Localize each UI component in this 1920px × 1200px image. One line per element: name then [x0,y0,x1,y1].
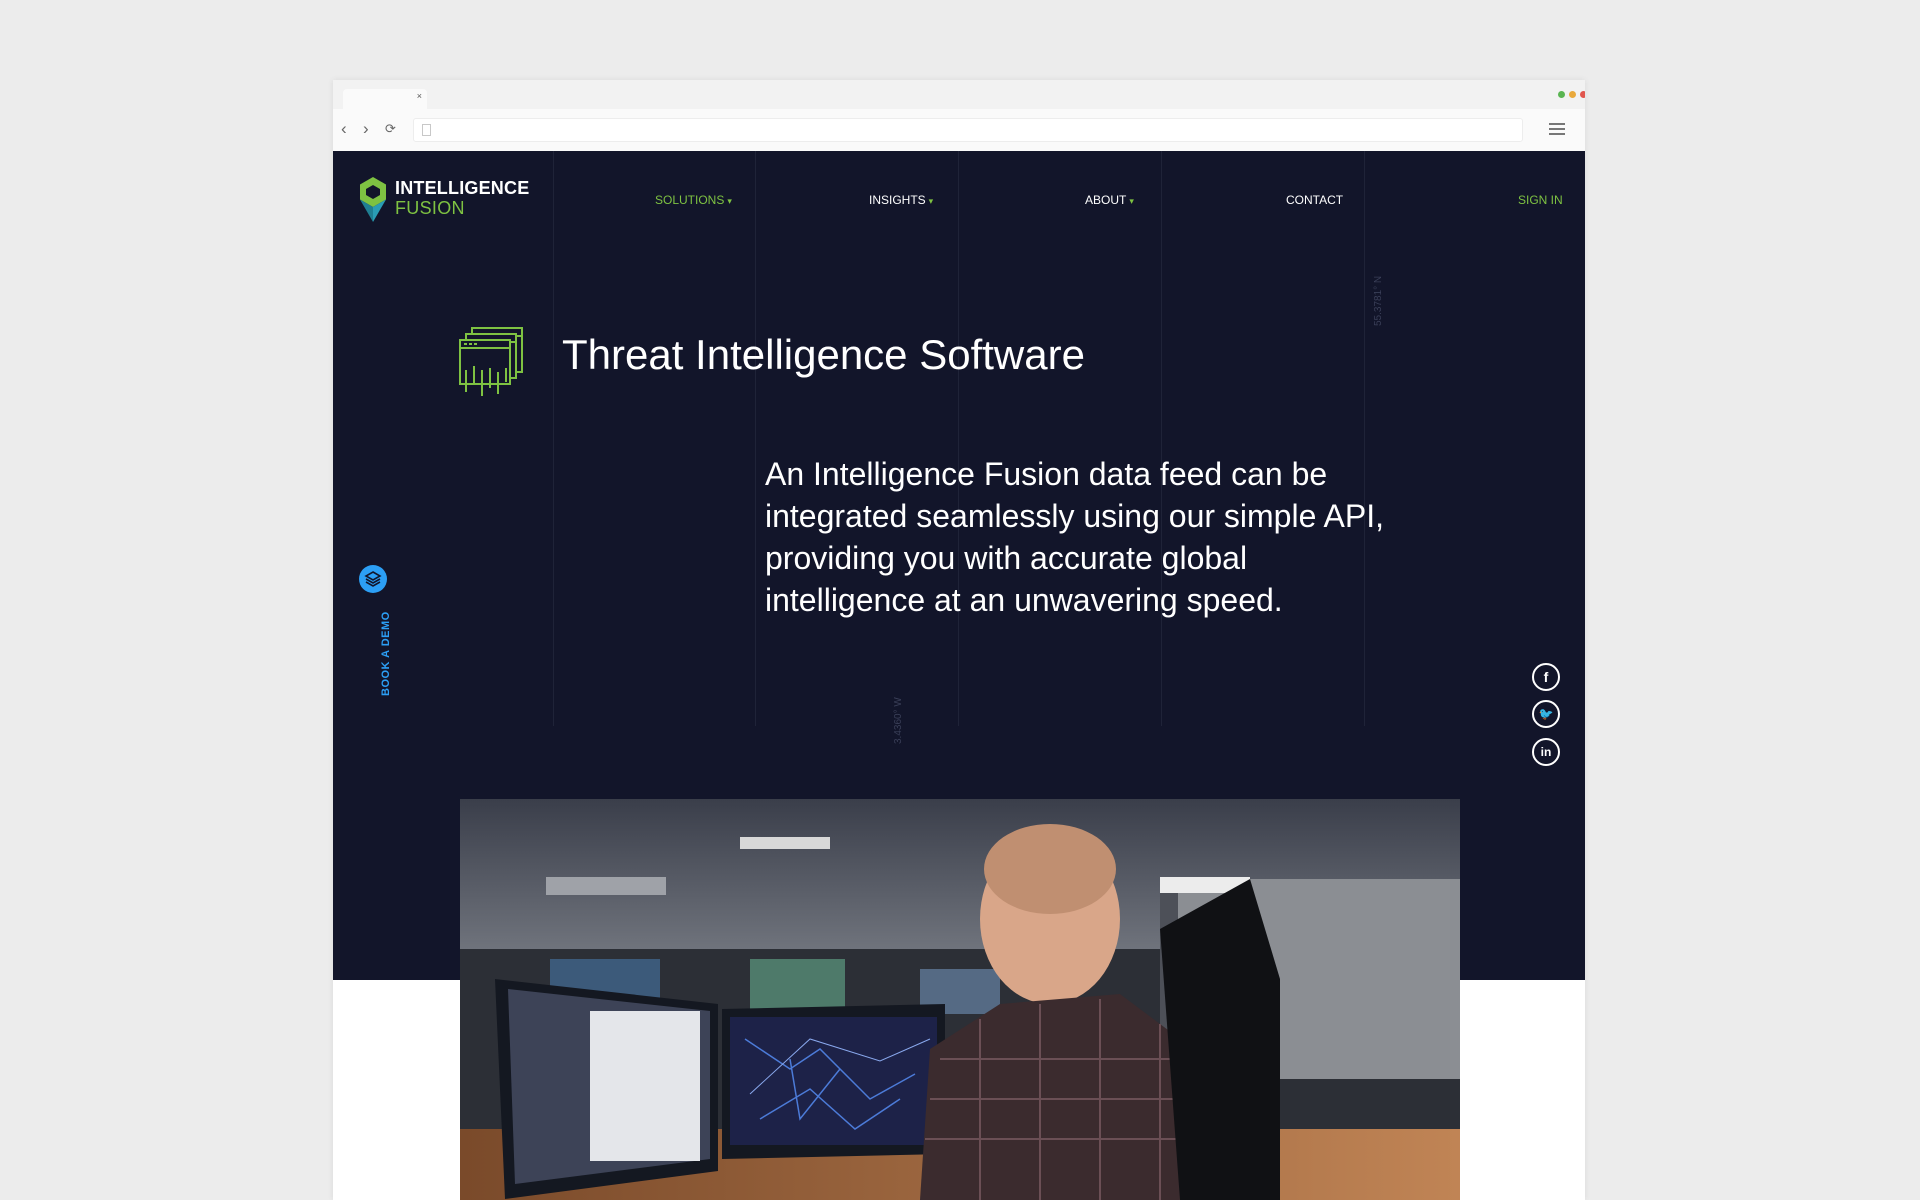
layers-icon [364,571,382,587]
facebook-icon[interactable]: f [1532,663,1560,691]
nav-label: INSIGHTS [869,193,926,207]
chevron-down-icon: ▾ [1129,196,1134,206]
nav-label: ABOUT [1085,193,1127,207]
office-photo [460,799,1460,1200]
browser-windows-data-icon [459,327,523,396]
chevron-down-icon: ▾ [928,196,934,206]
book-demo-label[interactable]: BOOK A DEMO [380,611,392,696]
grid-line [755,151,756,726]
window-dot-yellow[interactable] [1569,91,1576,98]
tab-close-button[interactable]: × [417,91,422,101]
book-demo-button[interactable] [359,565,387,593]
nav-label: CONTACT [1286,193,1344,207]
nav-item-about[interactable]: ABOUT ▾ [1085,193,1134,207]
nav-label: SOLUTIONS [655,193,725,207]
brand-logo[interactable]: INTELLIGENCE FUSION [358,176,529,227]
browser-window: × ‹ › ⟳ INTELLIGENCE FUSION SOLUTIONS ▾ … [333,80,1585,1200]
hero-lede: An Intelligence Fusion data feed can be … [765,456,1384,618]
longitude-label: 3.4360° W [893,697,904,744]
window-dot-red[interactable] [1580,91,1585,98]
grid-line [958,151,959,726]
grid-line [553,151,554,726]
chevron-down-icon: ▾ [727,196,732,206]
logo-text-intelligence: INTELLIGENCE [395,178,530,198]
address-bar[interactable] [413,118,1523,142]
browser-tab[interactable]: × [343,89,427,109]
logo-mark-icon [360,177,386,222]
grid-line [1161,151,1162,726]
nav-item-contact[interactable]: CONTACT [1286,193,1343,207]
grid-line [1364,151,1365,726]
window-dot-green[interactable] [1558,91,1565,98]
web-page: INTELLIGENCE FUSION SOLUTIONS ▾ INSIGHTS ▾… [333,151,1585,1200]
forward-arrow-icon[interactable]: › [363,120,369,138]
page-title: Threat Intelligence Software [562,331,1085,378]
nav-item-insights[interactable]: INSIGHTS ▾ [869,193,933,207]
logo-text-fusion: FUSION [395,198,465,218]
hamburger-menu-icon[interactable] [1549,123,1565,135]
browser-toolbar: ‹ › ⟳ [333,109,1585,152]
twitter-icon[interactable]: 🐦 [1532,700,1560,728]
nav-item-solutions[interactable]: SOLUTIONS ▾ [655,193,732,207]
page-icon [422,124,431,136]
sign-in-link[interactable]: SIGN IN [1518,193,1563,207]
back-arrow-icon[interactable]: ‹ [341,120,347,138]
reload-icon[interactable]: ⟳ [385,120,396,138]
latitude-label: 55.3781° N [1373,275,1384,326]
linkedin-icon[interactable]: in [1532,738,1560,766]
browser-tab-strip: × [333,80,1585,109]
